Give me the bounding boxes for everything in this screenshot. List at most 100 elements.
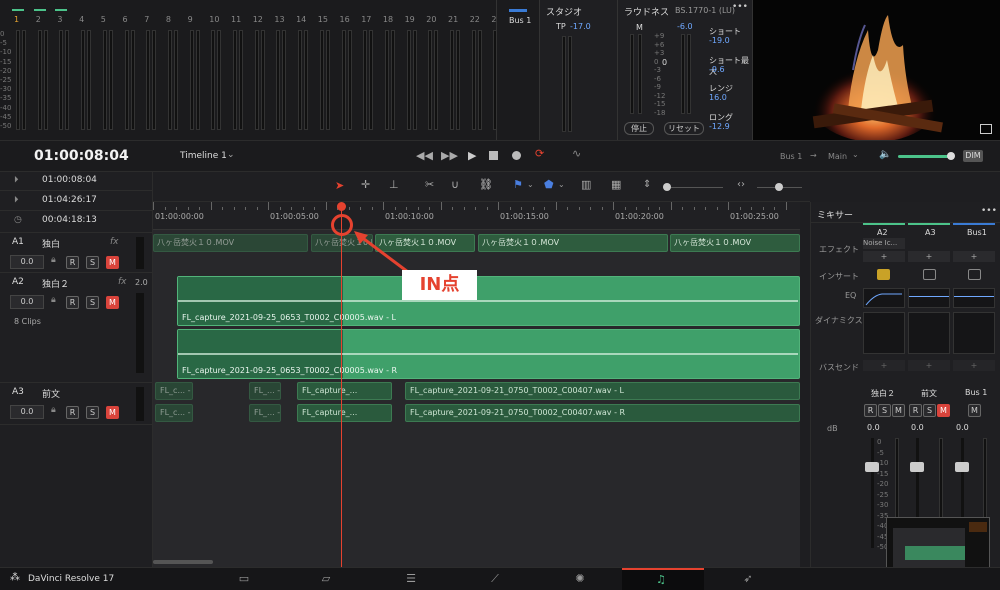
track-name-a3[interactable]: 前文 — [42, 387, 60, 400]
a3-clip-long-l[interactable]: FL_capture_2021-09-21_0750_T0002_C00407.… — [405, 382, 800, 400]
mute-a1[interactable]: M — [106, 256, 119, 269]
a3-clip-small1-r[interactable]: FL_c... - R — [155, 404, 193, 422]
effect-add-bus1[interactable]: + — [953, 251, 995, 262]
monitor-volume-slider[interactable] — [898, 155, 950, 158]
mute-a3[interactable]: M — [106, 406, 119, 419]
playhead-handle[interactable] — [337, 202, 346, 211]
viewer-expand-icon[interactable] — [980, 124, 992, 134]
rewind-icon[interactable]: ◀◀ — [416, 149, 433, 162]
bus-send-add-bus1[interactable]: + — [953, 360, 995, 371]
view-waveform-icon[interactable]: ▥ — [581, 178, 591, 191]
lock-icon-a2[interactable]: 🔒︎ — [51, 295, 56, 305]
effect-add-a2[interactable]: + — [863, 251, 905, 262]
a3-clip-mid-l[interactable]: FL_capture_... — [297, 382, 392, 400]
insert-toggle-bus1[interactable] — [968, 269, 981, 280]
track-name-a2[interactable]: 独白２ — [42, 277, 69, 290]
output-bus-label[interactable]: Bus 1 — [780, 152, 802, 161]
stop-button[interactable]: 停止 — [624, 122, 654, 135]
dynamics-graph-a2[interactable] — [863, 312, 905, 354]
lock-icon-a3[interactable]: 🔒︎ — [51, 405, 56, 415]
loop-icon[interactable]: ⟳ — [535, 147, 544, 160]
dynamics-graph-a3[interactable] — [908, 312, 950, 354]
bus-send-add-a3[interactable]: + — [908, 360, 950, 371]
loudness-more-icon[interactable]: ••• — [732, 2, 748, 12]
pointer-tool-icon[interactable]: ➤ — [335, 179, 344, 192]
a3-clip-small2-l[interactable]: FL_... - L — [249, 382, 281, 400]
marker-icon[interactable]: ⬟ — [544, 178, 554, 191]
mixer-solo-a3[interactable]: S — [923, 404, 936, 417]
track-name-a1[interactable]: 独白 — [42, 237, 60, 250]
mixer-solo-a2[interactable]: S — [878, 404, 891, 417]
mixer-mute-bus1[interactable]: M — [968, 404, 981, 417]
mixer-record-a3[interactable]: R — [909, 404, 922, 417]
lock-icon-a1[interactable]: 🔒︎ — [51, 255, 56, 265]
horizontal-zoom-knob[interactable] — [775, 183, 783, 191]
color-page-icon[interactable]: ✺ — [572, 572, 588, 586]
edit-page-icon[interactable]: ☰ — [403, 572, 419, 586]
timeline-ruler[interactable]: 01:00:00:00 01:00:05:00 01:00:10:00 01:0… — [153, 202, 800, 230]
track-volume-a1[interactable]: 0.0 — [10, 255, 44, 269]
record-arm-a3[interactable]: R — [66, 406, 79, 419]
fusion-page-icon[interactable]: ⟋ — [487, 572, 503, 586]
fast-forward-icon[interactable]: ▶▶ — [441, 149, 458, 162]
view-tracks-icon[interactable]: ▦ — [611, 178, 621, 191]
track-fx-a1[interactable]: fx — [110, 237, 119, 247]
video-viewer[interactable] — [753, 0, 1000, 140]
bus-send-add-a2[interactable]: + — [863, 360, 905, 371]
solo-a2[interactable]: S — [86, 296, 99, 309]
video-clip-1[interactable]: 八ヶ岳焚火１０.MOV — [153, 234, 308, 252]
link-icon[interactable]: ⛓ — [479, 178, 493, 191]
reset-button[interactable]: リセット — [664, 122, 704, 135]
fader-knob-a3[interactable] — [910, 462, 924, 472]
fader-track-a2[interactable] — [871, 438, 874, 548]
effect-slot-a2[interactable]: Noise Ic... — [863, 238, 905, 249]
a3-clip-long-r[interactable]: FL_capture_2021-09-21_0750_T0002_C00407.… — [405, 404, 800, 422]
snap-icon[interactable]: ∪ — [451, 178, 459, 191]
flag-icon[interactable]: ⚑ — [513, 178, 523, 191]
stop-icon[interactable] — [489, 151, 498, 160]
fairlight-page-tab[interactable]: ♫ — [622, 568, 704, 590]
cut-page-icon[interactable]: ▱ — [318, 572, 334, 586]
media-page-icon[interactable]: ▭ — [236, 572, 252, 586]
track-volume-a2[interactable]: 0.0 — [10, 295, 44, 309]
eq-graph-bus1[interactable] — [953, 288, 995, 308]
record-icon[interactable] — [512, 151, 521, 160]
mixer-record-a2[interactable]: R — [864, 404, 877, 417]
track-header-a2[interactable]: A2 独白２ fx 2.0 0.0 🔒︎ R S M 8 Clips — [0, 273, 153, 383]
main-output-label[interactable]: Main — [828, 152, 847, 161]
horizontal-zoom-icon[interactable]: ‹› — [737, 179, 745, 190]
dynamics-graph-bus1[interactable] — [953, 312, 995, 354]
video-clip-4[interactable]: 八ヶ岳焚火１０.MOV — [478, 234, 668, 252]
mixer-more-icon[interactable]: ••• — [981, 206, 997, 216]
video-clip-5[interactable]: 八ヶ岳焚火１０.MOV — [670, 234, 800, 252]
record-arm-a2[interactable]: R — [66, 296, 79, 309]
fader-knob-bus1[interactable] — [955, 462, 969, 472]
dim-button[interactable]: DIM — [963, 150, 983, 162]
a3-clip-small2-r[interactable]: FL_... - R — [249, 404, 281, 422]
vertical-zoom-slider[interactable] — [663, 187, 723, 188]
track-volume-a3[interactable]: 0.0 — [10, 405, 44, 419]
mute-a2[interactable]: M — [106, 296, 119, 309]
insert-toggle-a3[interactable] — [923, 269, 936, 280]
effect-add-a3[interactable]: + — [908, 251, 950, 262]
solo-a3[interactable]: S — [86, 406, 99, 419]
vertical-zoom-icon[interactable]: ⇕ — [643, 179, 651, 190]
razor-icon[interactable]: ✂ — [425, 178, 434, 191]
automation-icon[interactable]: ∿ — [572, 147, 581, 160]
trim-tool-icon[interactable]: ⊥ — [389, 178, 399, 191]
mixer-mute-a2[interactable]: M — [892, 404, 905, 417]
marker-chevron-icon[interactable]: ⌄ — [558, 180, 565, 189]
flag-chevron-icon[interactable]: ⌄ — [527, 180, 534, 189]
eq-graph-a2[interactable] — [863, 288, 905, 308]
playhead-line[interactable] — [341, 208, 342, 567]
timeline-hscroll[interactable] — [153, 560, 213, 564]
track-header-a3[interactable]: A3 前文 0.0 🔒︎ R S M — [0, 383, 153, 425]
mixer-mute-a3[interactable]: M — [937, 404, 950, 417]
eq-graph-a3[interactable] — [908, 288, 950, 308]
timeline-selector[interactable]: Timeline 1 — [180, 151, 227, 161]
play-icon[interactable]: ▶ — [468, 149, 476, 162]
a3-clip-mid-r[interactable]: FL_capture_... — [297, 404, 392, 422]
timeline-area[interactable]: 01:00:00:00 01:00:05:00 01:00:10:00 01:0… — [153, 202, 800, 567]
a3-clip-small1-l[interactable]: FL_c... - L — [155, 382, 193, 400]
main-chevron-icon[interactable]: ⌄ — [852, 150, 859, 159]
